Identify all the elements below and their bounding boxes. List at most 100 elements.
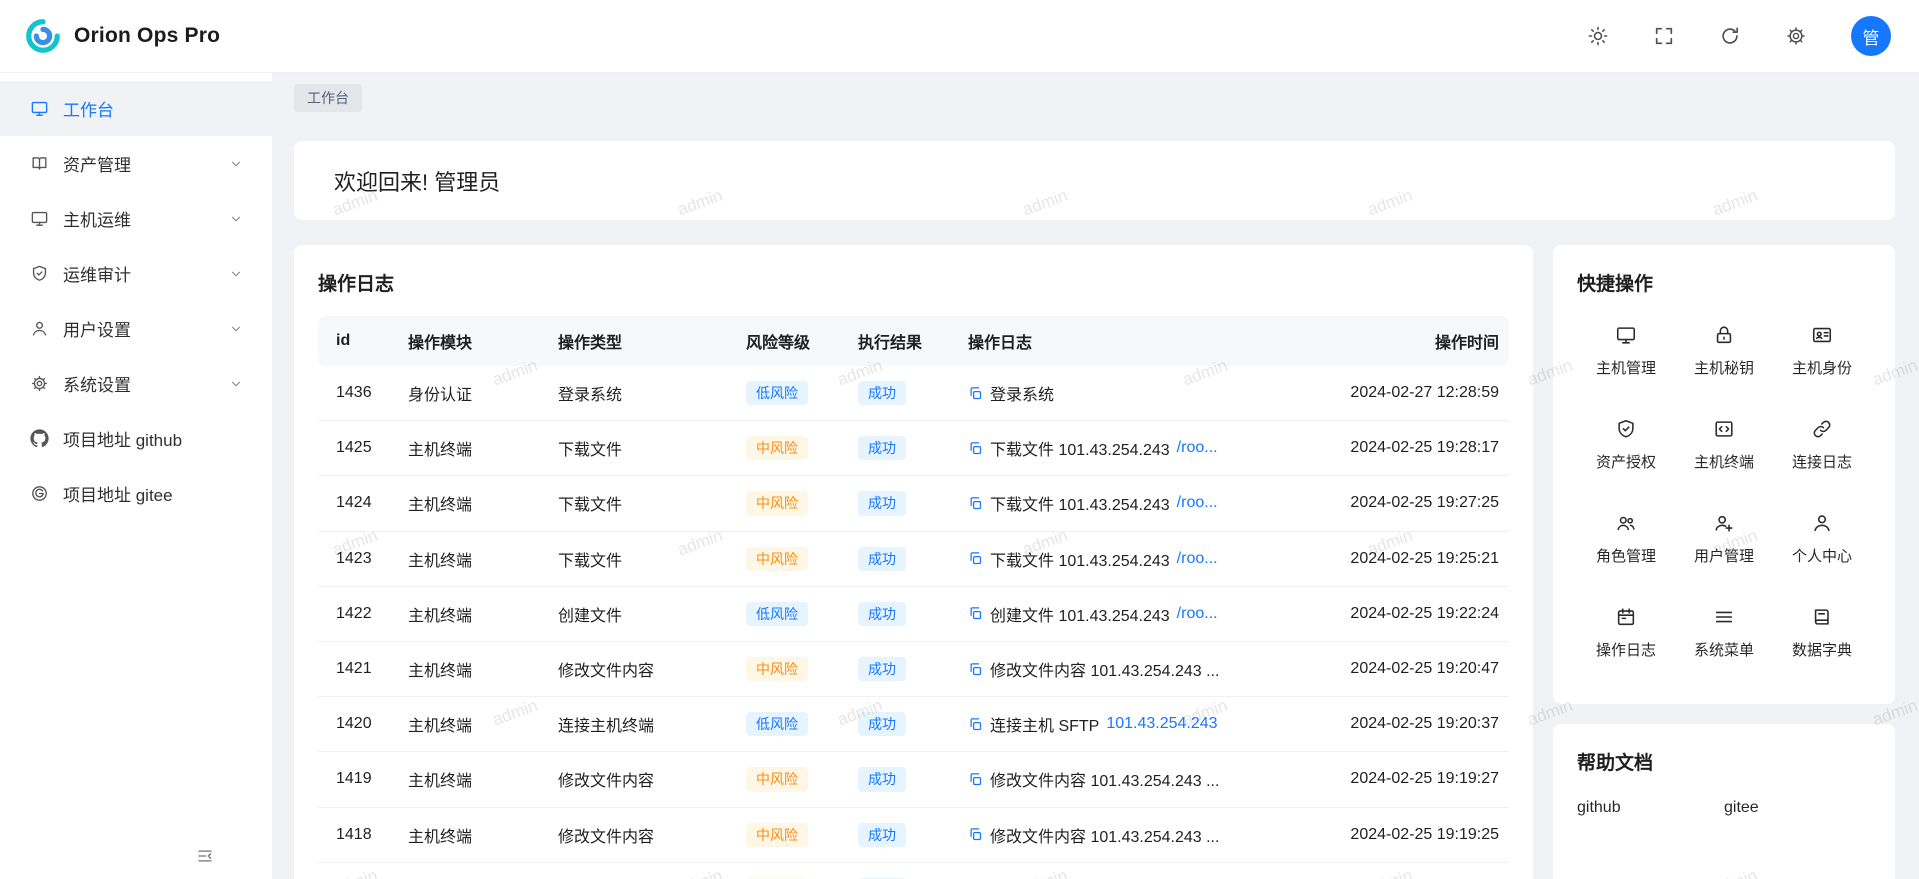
quick-action-role-management[interactable]: 角色管理 — [1577, 492, 1675, 586]
copy-icon[interactable] — [968, 496, 983, 511]
cell-result: 成功 — [846, 862, 956, 879]
cell-module: 主机终端 — [396, 752, 546, 807]
dashboard-icon — [30, 99, 49, 118]
quick-action-asset-authorization[interactable]: 资产授权 — [1577, 398, 1675, 492]
sidebar-collapse-icon[interactable] — [196, 847, 214, 865]
sidebar-item-system-settings[interactable]: 系统设置 — [0, 356, 272, 411]
copy-icon[interactable] — [968, 551, 983, 566]
quick-action-host-terminal[interactable]: 主机终端 — [1675, 398, 1773, 492]
cell-risk: 中风险 — [734, 862, 846, 879]
log-link[interactable]: /roo... — [1177, 605, 1218, 623]
risk-badge: 中风险 — [746, 436, 808, 460]
quick-action-system-menu[interactable]: 系统菜单 — [1675, 586, 1773, 680]
tab-workbench[interactable]: 工作台 — [294, 84, 362, 112]
cell-risk: 中风险 — [734, 807, 846, 862]
log-link[interactable]: 101.43.254.243 — [1106, 715, 1217, 733]
log-link[interactable]: /roo... — [1177, 550, 1218, 568]
cell-log: 修改文件内容 101.43.254.243 ... — [956, 641, 1319, 696]
team-icon — [1615, 512, 1637, 534]
log-text: 连接主机 SFTP — [990, 712, 1099, 736]
help-link-gitee[interactable]: gitee — [1724, 799, 1871, 817]
cell-module: 身份认证 — [396, 366, 546, 421]
cell-risk: 中风险 — [734, 752, 846, 807]
copy-icon[interactable] — [968, 662, 983, 677]
cell-id: 1417 — [318, 862, 396, 879]
chevron-down-icon — [230, 323, 242, 335]
cell-module: 主机终端 — [396, 807, 546, 862]
copy-icon[interactable] — [968, 717, 983, 732]
gitee-icon — [30, 484, 49, 503]
risk-badge: 中风险 — [746, 767, 808, 791]
cell-id: 1436 — [318, 366, 396, 421]
sidebar-item-gitee[interactable]: 项目地址 gitee — [0, 466, 272, 521]
quick-action-connection-log[interactable]: 连接日志 — [1773, 398, 1871, 492]
sidebar-item-asset-management[interactable]: 资产管理 — [0, 136, 272, 191]
log-table-row: 1422主机终端创建文件低风险成功创建文件 101.43.254.243/roo… — [318, 586, 1509, 641]
quick-action-user-management[interactable]: 用户管理 — [1675, 492, 1773, 586]
copy-icon[interactable] — [968, 441, 983, 456]
cell-risk: 中风险 — [734, 476, 846, 531]
help-links: githubgitee — [1577, 799, 1871, 817]
log-table-row: 1417主机终端修改文件内容中风险成功修改文件内容 101.43.254.243… — [318, 862, 1509, 879]
log-table-row: 1423主机终端下载文件中风险成功下载文件 101.43.254.243/roo… — [318, 531, 1509, 586]
cell-type: 下载文件 — [546, 476, 734, 531]
book-icon — [30, 154, 49, 173]
cell-result: 成功 — [846, 697, 956, 752]
link-icon — [1811, 418, 1833, 440]
cell-module: 主机终端 — [396, 697, 546, 752]
cell-time: 2024-02-25 19:19:25 — [1319, 807, 1509, 862]
copy-icon[interactable] — [968, 606, 983, 621]
copy-icon[interactable] — [968, 772, 983, 787]
cell-id: 1423 — [318, 531, 396, 586]
cell-time: 2024-02-25 19:20:47 — [1319, 641, 1509, 696]
quick-action-personal-center[interactable]: 个人中心 — [1773, 492, 1871, 586]
log-text: 下载文件 101.43.254.243 — [990, 436, 1170, 460]
cell-type: 登录系统 — [546, 366, 734, 421]
sidebar-item-user-settings[interactable]: 用户设置 — [0, 301, 272, 356]
sidebar-item-ops-audit[interactable]: 运维审计 — [0, 246, 272, 301]
result-badge: 成功 — [858, 602, 906, 626]
cell-type: 修改文件内容 — [546, 862, 734, 879]
copy-icon[interactable] — [968, 386, 983, 401]
copy-icon[interactable] — [968, 827, 983, 842]
quick-action-operation-log[interactable]: 操作日志 — [1577, 586, 1675, 680]
log-text: 修改文件内容 101.43.254.243 ... — [990, 657, 1219, 681]
sidebar-item-workbench[interactable]: 工作台 — [0, 81, 272, 136]
settings-gear-icon[interactable] — [1785, 25, 1807, 47]
cell-log: 下载文件 101.43.254.243/roo... — [956, 531, 1319, 586]
user-avatar[interactable]: 管 — [1851, 16, 1891, 56]
quick-action-label: 主机终端 — [1694, 451, 1754, 472]
result-badge: 成功 — [858, 712, 906, 736]
sidebar-item-github[interactable]: 项目地址 github — [0, 411, 272, 466]
cell-result: 成功 — [846, 476, 956, 531]
sidebar-item-host-ops[interactable]: 主机运维 — [0, 191, 272, 246]
theme-toggle-sun-icon[interactable] — [1587, 25, 1609, 47]
desktop-icon — [30, 209, 49, 228]
fullscreen-icon[interactable] — [1653, 25, 1675, 47]
sidebar-item-label: 工作台 — [63, 96, 242, 121]
brand: Orion Ops Pro — [24, 17, 220, 55]
cell-risk: 中风险 — [734, 531, 846, 586]
github-icon — [30, 429, 49, 448]
risk-badge: 低风险 — [746, 381, 808, 405]
quick-action-label: 操作日志 — [1596, 639, 1656, 660]
log-text: 下载文件 101.43.254.243 — [990, 547, 1170, 571]
quick-action-host-keys[interactable]: 主机秘钥 — [1675, 304, 1773, 398]
shield-icon — [30, 264, 49, 283]
refresh-icon[interactable] — [1719, 25, 1741, 47]
log-link[interactable]: /roo... — [1177, 439, 1218, 457]
quick-action-label: 角色管理 — [1596, 545, 1656, 566]
sidebar-item-label: 用户设置 — [63, 316, 216, 341]
tool-icon — [30, 374, 49, 393]
log-link[interactable]: /roo... — [1177, 494, 1218, 512]
quick-action-label: 用户管理 — [1694, 545, 1754, 566]
quick-action-host-management[interactable]: 主机管理 — [1577, 304, 1675, 398]
log-text: 修改文件内容 101.43.254.243 ... — [990, 823, 1219, 847]
cell-id: 1421 — [318, 641, 396, 696]
quick-action-label: 连接日志 — [1792, 451, 1852, 472]
quick-action-data-dictionary[interactable]: 数据字典 — [1773, 586, 1871, 680]
help-link-github[interactable]: github — [1577, 799, 1724, 817]
cell-time: 2024-02-25 19:19:27 — [1319, 752, 1509, 807]
quick-actions-grid: 主机管理主机秘钥主机身份资产授权主机终端 连接日志角色管理 用户管理个人中心操作日志… — [1577, 304, 1871, 680]
quick-action-host-identity[interactable]: 主机身份 — [1773, 304, 1871, 398]
